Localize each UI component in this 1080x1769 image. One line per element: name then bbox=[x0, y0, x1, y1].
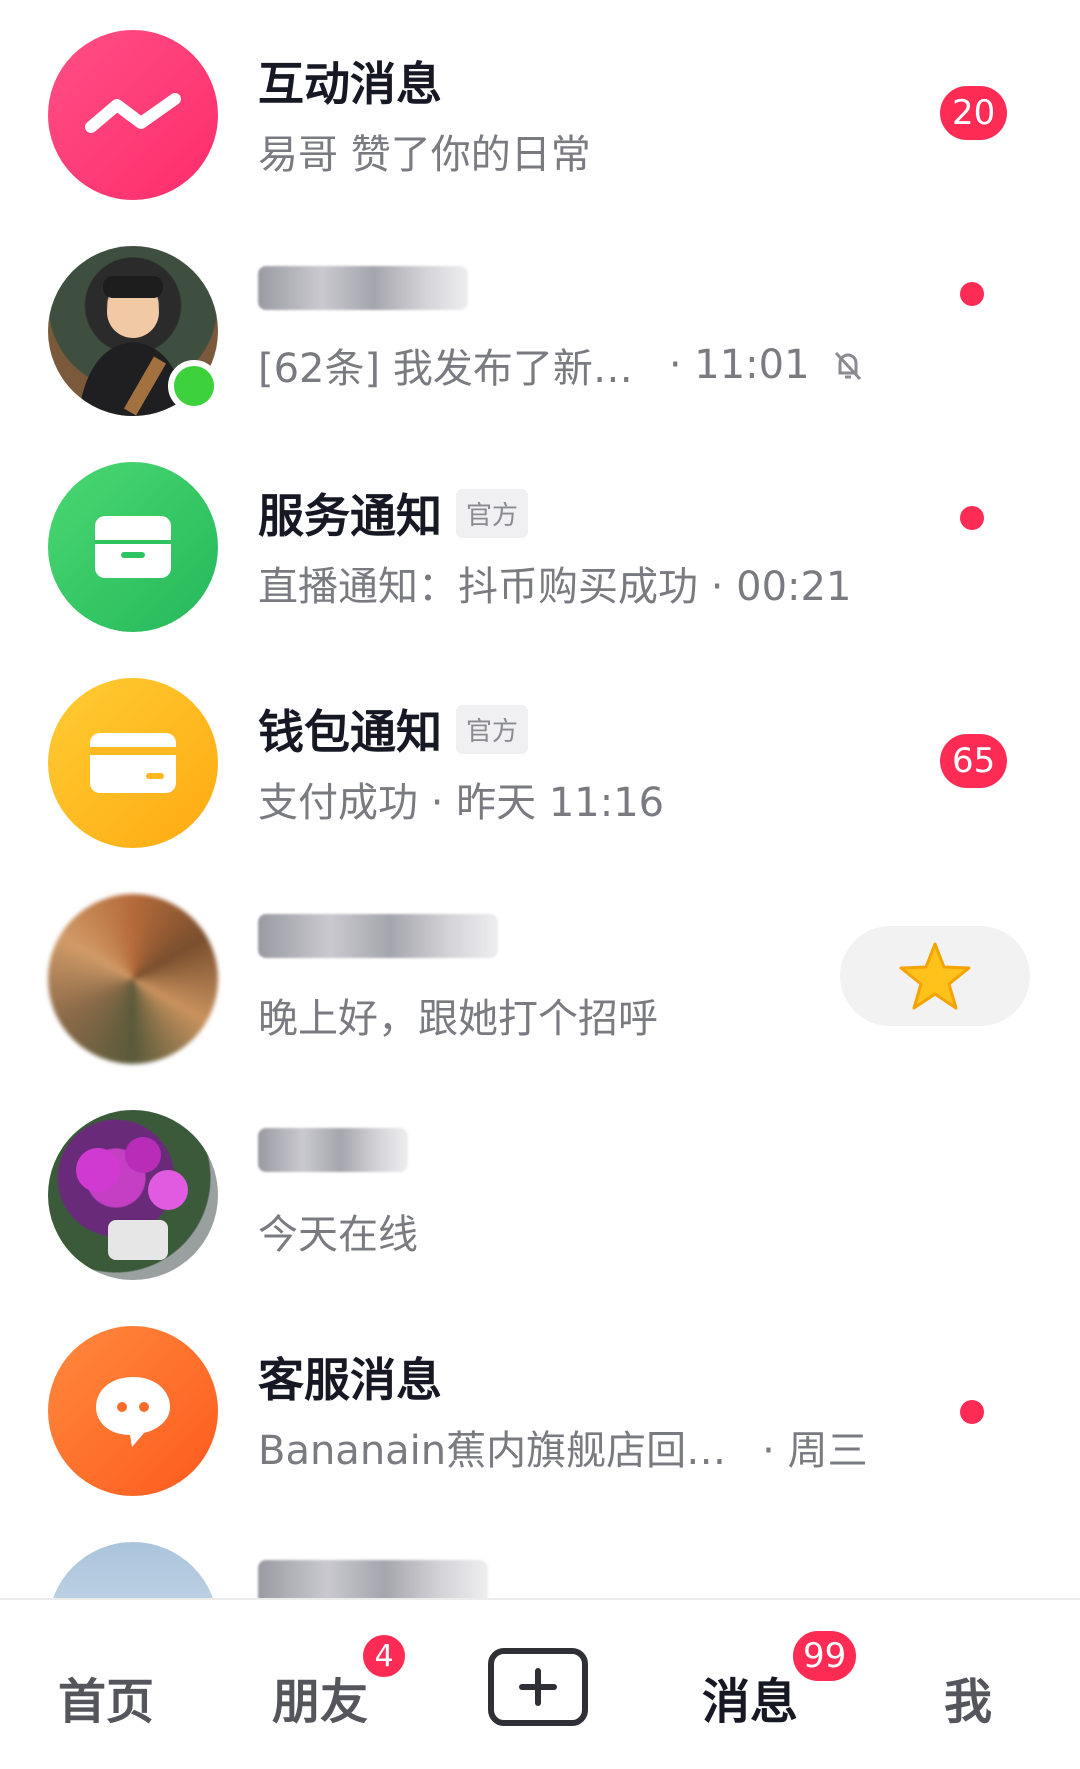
interactive-avatar bbox=[48, 30, 218, 200]
wallet-avatar bbox=[48, 678, 218, 848]
conversation-title: 服务通知 官方 bbox=[258, 480, 529, 546]
star-icon bbox=[899, 942, 971, 1010]
conversation-interactive[interactable]: 互动消息 易哥 赞了你的日常 20 bbox=[0, 0, 1080, 216]
conversation-title: 客服消息 bbox=[258, 1353, 442, 1407]
conversation-contact[interactable]: 今天在线 bbox=[0, 1080, 1080, 1296]
tab-me[interactable]: 我 bbox=[944, 1662, 992, 1732]
title-text: 服务通知 bbox=[258, 489, 442, 543]
conversation-preview: [62条] 我发布了新… · 11:01 bbox=[258, 336, 868, 394]
messages-badge: 99 bbox=[790, 1628, 860, 1684]
conversation-preview: 易哥 赞了你的日常 bbox=[258, 132, 591, 178]
greet-button[interactable] bbox=[840, 926, 1030, 1026]
conversation-support[interactable]: 客服消息 Bananain蕉内旗舰店回… · 周三 bbox=[0, 1296, 1080, 1512]
conversation-title: 钱包通知 官方 bbox=[258, 696, 529, 762]
contact-name-blurred bbox=[258, 1128, 408, 1172]
conversation-preview: 支付成功 · 昨天 11:16 bbox=[258, 780, 665, 826]
support-avatar bbox=[48, 1326, 218, 1496]
preview-time: · 周三 bbox=[762, 1428, 868, 1474]
flower-photo bbox=[76, 1137, 188, 1260]
contact-avatar bbox=[48, 894, 218, 1064]
unread-badge: 65 bbox=[940, 734, 1008, 788]
contact-avatar bbox=[48, 1110, 218, 1280]
title-text: 钱包通知 bbox=[258, 705, 442, 759]
card-icon bbox=[90, 733, 176, 793]
online-indicator bbox=[168, 360, 220, 412]
conversation-preview: 今天在线 bbox=[258, 1212, 418, 1258]
unread-dot bbox=[960, 506, 984, 530]
conversation-preview: 晚上好，跟她打个招呼 bbox=[258, 996, 658, 1042]
official-tag: 官方 bbox=[456, 488, 529, 538]
official-tag: 官方 bbox=[456, 704, 529, 754]
chat-bubble-icon bbox=[96, 1377, 170, 1447]
preview-time: · 11:01 bbox=[668, 342, 810, 388]
conversation-service[interactable]: 服务通知 官方 直播通知：抖币购买成功 · 00:21 bbox=[0, 432, 1080, 648]
conversation-title: 互动消息 bbox=[258, 57, 442, 111]
inbox-icon bbox=[95, 516, 171, 578]
contact-name-blurred bbox=[258, 914, 498, 958]
conversation-contact[interactable]: [62条] 我发布了新… · 11:01 bbox=[0, 216, 1080, 432]
preview-text: Bananain蕉内旗舰店回… bbox=[258, 1428, 727, 1474]
service-avatar bbox=[48, 462, 218, 632]
friends-badge: 4 bbox=[360, 1632, 408, 1680]
tab-friends[interactable]: 朋友 bbox=[272, 1662, 368, 1732]
unread-dot bbox=[960, 282, 984, 306]
tab-messages[interactable]: 消息 bbox=[702, 1662, 798, 1732]
conversation-wallet[interactable]: 钱包通知 官方 支付成功 · 昨天 11:16 65 bbox=[0, 648, 1080, 864]
preview-text: [62条] 我发布了新… bbox=[258, 346, 633, 392]
unread-dot bbox=[960, 1400, 984, 1424]
contact-name-blurred bbox=[258, 266, 468, 310]
muted-bell-icon bbox=[834, 351, 861, 381]
tab-home[interactable]: 首页 bbox=[58, 1662, 154, 1732]
plus-icon bbox=[519, 1668, 557, 1706]
conversation-preview: 直播通知：抖币购买成功 · 00:21 bbox=[258, 564, 852, 610]
unread-badge: 20 bbox=[940, 86, 1008, 140]
conversation-preview: Bananain蕉内旗舰店回… · 周三 bbox=[258, 1418, 868, 1476]
create-button[interactable] bbox=[488, 1648, 588, 1726]
zigzag-icon bbox=[85, 93, 181, 133]
conversation-contact[interactable]: 晚上好，跟她打个招呼 bbox=[0, 864, 1080, 1080]
bottom-tab-bar: 首页 朋友 4 消息 99 我 bbox=[0, 1598, 1080, 1769]
